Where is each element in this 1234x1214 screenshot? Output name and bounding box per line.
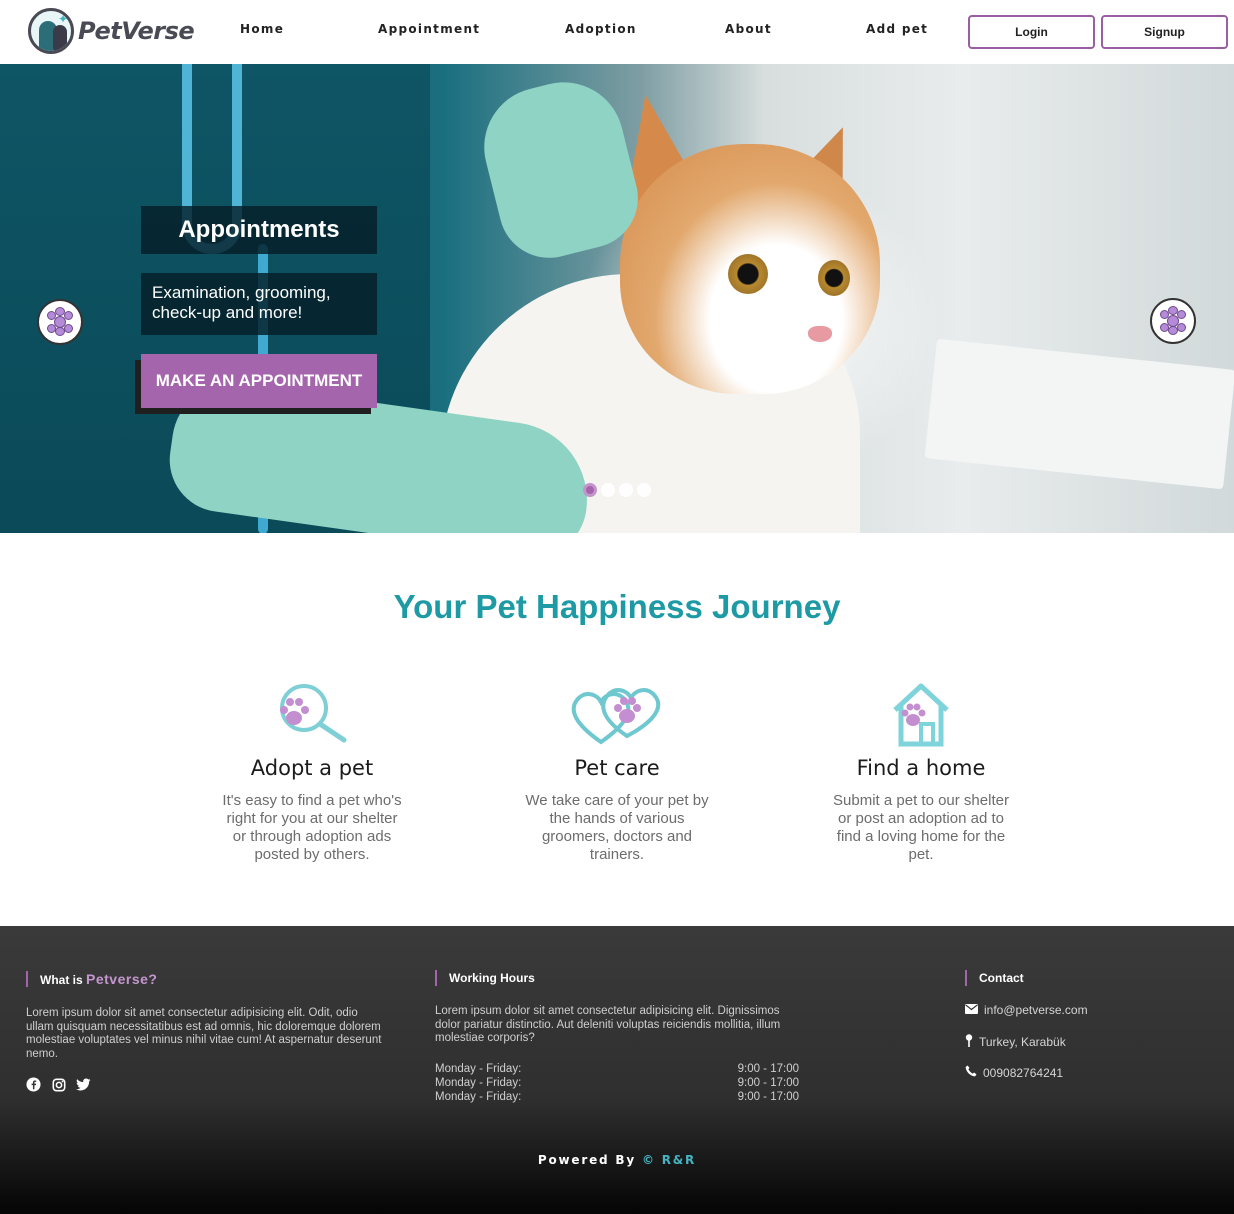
powered-by: Powered By © R&R bbox=[537, 1153, 697, 1167]
nav-about[interactable]: About bbox=[725, 22, 772, 36]
nav-adoption[interactable]: Adoption bbox=[565, 22, 637, 36]
journey-title: Your Pet Happiness Journey bbox=[393, 588, 841, 625]
contact-phone[interactable]: 009082764241 bbox=[965, 1065, 1063, 1080]
house-paw-icon bbox=[871, 680, 971, 750]
nav-add-pet[interactable]: Add pet bbox=[866, 22, 928, 36]
footer-brand: Petverse bbox=[86, 971, 149, 987]
carousel-indicators bbox=[583, 483, 651, 497]
feature-text: Submit a pet to our shelter or post an a… bbox=[833, 792, 1009, 863]
feature-title: Adopt a pet bbox=[250, 756, 374, 780]
nav-appointment[interactable]: Appointment bbox=[378, 22, 480, 36]
navbar: ✦ PetVerse Home Appointment Adoption Abo… bbox=[0, 0, 1234, 64]
carousel-dot[interactable] bbox=[583, 483, 597, 497]
feature-adopt: Adopt a pet It's easy to find a pet who'… bbox=[212, 680, 412, 864]
hero-title: Appointments bbox=[141, 206, 377, 254]
heart-paw-icon bbox=[567, 680, 667, 750]
hours-row: Monday - Friday: 9:00 - 17:00 bbox=[435, 1063, 799, 1075]
footer-contact-heading: Contact bbox=[965, 970, 1024, 986]
paw-icon bbox=[45, 307, 75, 337]
phone-icon bbox=[965, 1065, 977, 1080]
feature-text: We take care of your pet by the hands of… bbox=[525, 792, 709, 863]
feature-home: Find a home Submit a pet to our shelter … bbox=[821, 680, 1021, 864]
carousel-dot[interactable] bbox=[601, 483, 615, 497]
search-paw-icon bbox=[262, 680, 362, 750]
footer-about-text: Lorem ipsum dolor sit amet consectetur a… bbox=[26, 1007, 382, 1060]
hero-subtitle: Examination, grooming, check-up and more… bbox=[141, 273, 377, 335]
hours-row: Monday - Friday: 9:00 - 17:00 bbox=[435, 1077, 799, 1089]
feature-care: Pet care We take care of your pet by the… bbox=[517, 680, 717, 864]
instagram-icon[interactable] bbox=[51, 1077, 66, 1092]
hours-table: Monday - Friday: 9:00 - 17:00 Monday - Fr… bbox=[435, 1062, 799, 1104]
map-pin-icon bbox=[965, 1034, 973, 1050]
powered-brand[interactable]: © R&R bbox=[642, 1153, 696, 1167]
logo[interactable]: ✦ PetVerse bbox=[28, 6, 195, 56]
paw-icon bbox=[1158, 306, 1188, 336]
carousel-next-button[interactable] bbox=[1150, 298, 1196, 344]
twitter-icon[interactable] bbox=[76, 1077, 91, 1092]
footer-hours-text: Lorem ipsum dolor sit amet consectetur a… bbox=[435, 1005, 781, 1044]
footer-about-heading: What is Petverse? bbox=[26, 971, 157, 987]
signup-button[interactable]: Signup bbox=[1101, 15, 1228, 49]
nav-home[interactable]: Home bbox=[240, 22, 284, 36]
hours-row: Monday - Friday: 9:00 - 17:00 bbox=[435, 1091, 799, 1103]
logo-text: PetVerse bbox=[78, 17, 195, 45]
login-button[interactable]: Login bbox=[968, 15, 1095, 49]
logo-icon: ✦ bbox=[28, 8, 74, 54]
social-links bbox=[26, 1077, 91, 1092]
contact-location: Turkey, Karabük bbox=[965, 1034, 1066, 1050]
feature-text: It's easy to find a pet who's right for … bbox=[222, 792, 402, 863]
facebook-icon[interactable] bbox=[26, 1077, 41, 1092]
contact-email[interactable]: info@petverse.com bbox=[965, 1003, 1088, 1017]
carousel-dot[interactable] bbox=[619, 483, 633, 497]
feature-title: Pet care bbox=[574, 756, 660, 780]
carousel-prev-button[interactable] bbox=[37, 299, 83, 345]
envelope-icon bbox=[965, 1003, 978, 1017]
feature-title: Find a home bbox=[856, 756, 986, 780]
footer-hours-heading: Working Hours bbox=[435, 970, 535, 986]
make-appointment-button[interactable]: MAKE AN APPOINTMENT bbox=[141, 354, 377, 408]
carousel-dot[interactable] bbox=[637, 483, 651, 497]
